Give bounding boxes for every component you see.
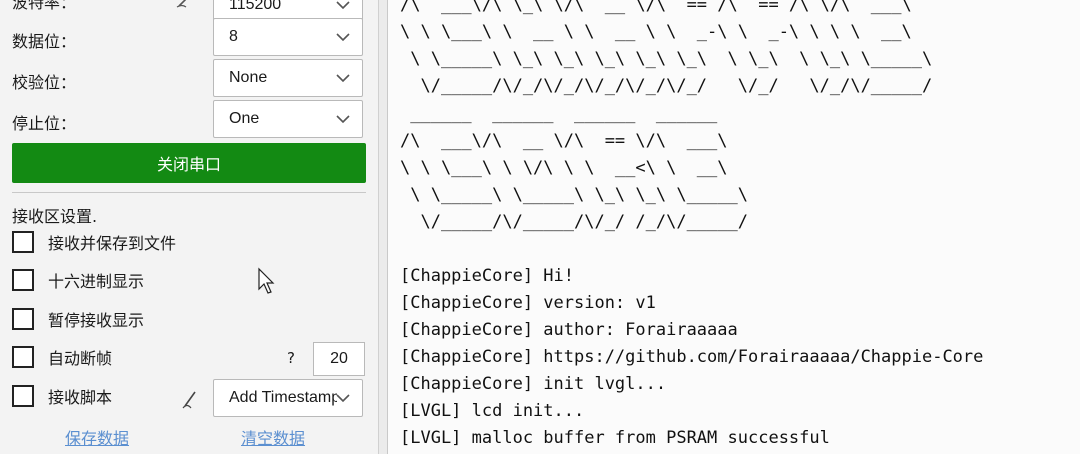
stop-bits-value: One (229, 110, 260, 127)
stop-bits-label: 停止位： (12, 114, 77, 133)
checkbox[interactable] (12, 231, 34, 253)
option-label: 十六进制显示 (48, 272, 145, 291)
receive-terminal[interactable]: /\ ___\/\ \_\ \/\ __ \/\ == /\ == /\ \/\… (388, 0, 1080, 454)
parity-label: 校验位： (12, 73, 77, 92)
baud-rate-value: 115200 (229, 0, 282, 13)
clear-data-link[interactable]: 清空数据 (241, 425, 305, 449)
option-label: 暂停接收显示 (48, 311, 145, 330)
mouse-cursor-icon (258, 267, 275, 294)
data-bits-value: 8 (229, 28, 238, 45)
checkbox[interactable] (12, 346, 34, 368)
help-icon[interactable]: ? (287, 349, 295, 367)
receive-script-value: Add Timestamp (229, 389, 337, 406)
edit-icon[interactable] (176, 0, 198, 8)
hex-display-option[interactable]: 十六进制显示 (12, 267, 144, 293)
receive-settings-title: 接收区设置. (12, 207, 98, 226)
chevron-down-icon (336, 74, 350, 83)
checkbox[interactable] (12, 385, 34, 407)
baud-rate-label: 波特率： (12, 0, 77, 12)
chevron-down-icon (336, 115, 350, 124)
chevron-down-icon (336, 394, 350, 403)
parity-select[interactable]: None (213, 59, 363, 97)
option-label: 接收并保存到文件 (48, 234, 177, 253)
receive-script-select[interactable]: Add Timestamp (213, 379, 363, 417)
pause-display-option[interactable]: 暂停接收显示 (12, 306, 144, 332)
terminal-log: [ChappieCore] Hi! [ChappieCore] version:… (400, 266, 984, 448)
frame-timeout-input[interactable]: 20 (313, 342, 365, 376)
data-bits-label: 数据位： (12, 32, 77, 51)
toggle-port-button[interactable]: 关闭串口 (12, 143, 366, 183)
save-data-link[interactable]: 保存数据 (65, 425, 129, 449)
ascii-banner-core: ______ ______ ______ ______ /\ ___\/\ __… (400, 104, 748, 232)
chevron-down-icon (336, 33, 350, 42)
ascii-banner-chappie: /\ ___\/\ \_\ \/\ __ \/\ == /\ == /\ \/\… (400, 0, 933, 96)
settings-panel: 波特率： 115200 数据位： 8 校验位： None 停止位： One 关闭… (0, 0, 378, 454)
panel-splitter[interactable] (378, 0, 388, 454)
divider (12, 192, 366, 193)
checkbox[interactable] (12, 269, 34, 291)
save-to-file-option[interactable]: 接收并保存到文件 (12, 229, 176, 255)
edit-script-icon[interactable] (179, 388, 201, 410)
receive-script-option[interactable]: 接收脚本 (12, 383, 112, 409)
parity-value: None (229, 69, 268, 86)
data-bits-select[interactable]: 8 (213, 18, 363, 56)
checkbox[interactable] (12, 308, 34, 330)
option-label: 自动断帧 (48, 349, 113, 368)
option-label: 接收脚本 (48, 388, 113, 407)
stop-bits-select[interactable]: One (213, 100, 363, 138)
chevron-down-icon (336, 1, 350, 10)
auto-frame-option[interactable]: 自动断帧 (12, 344, 112, 370)
